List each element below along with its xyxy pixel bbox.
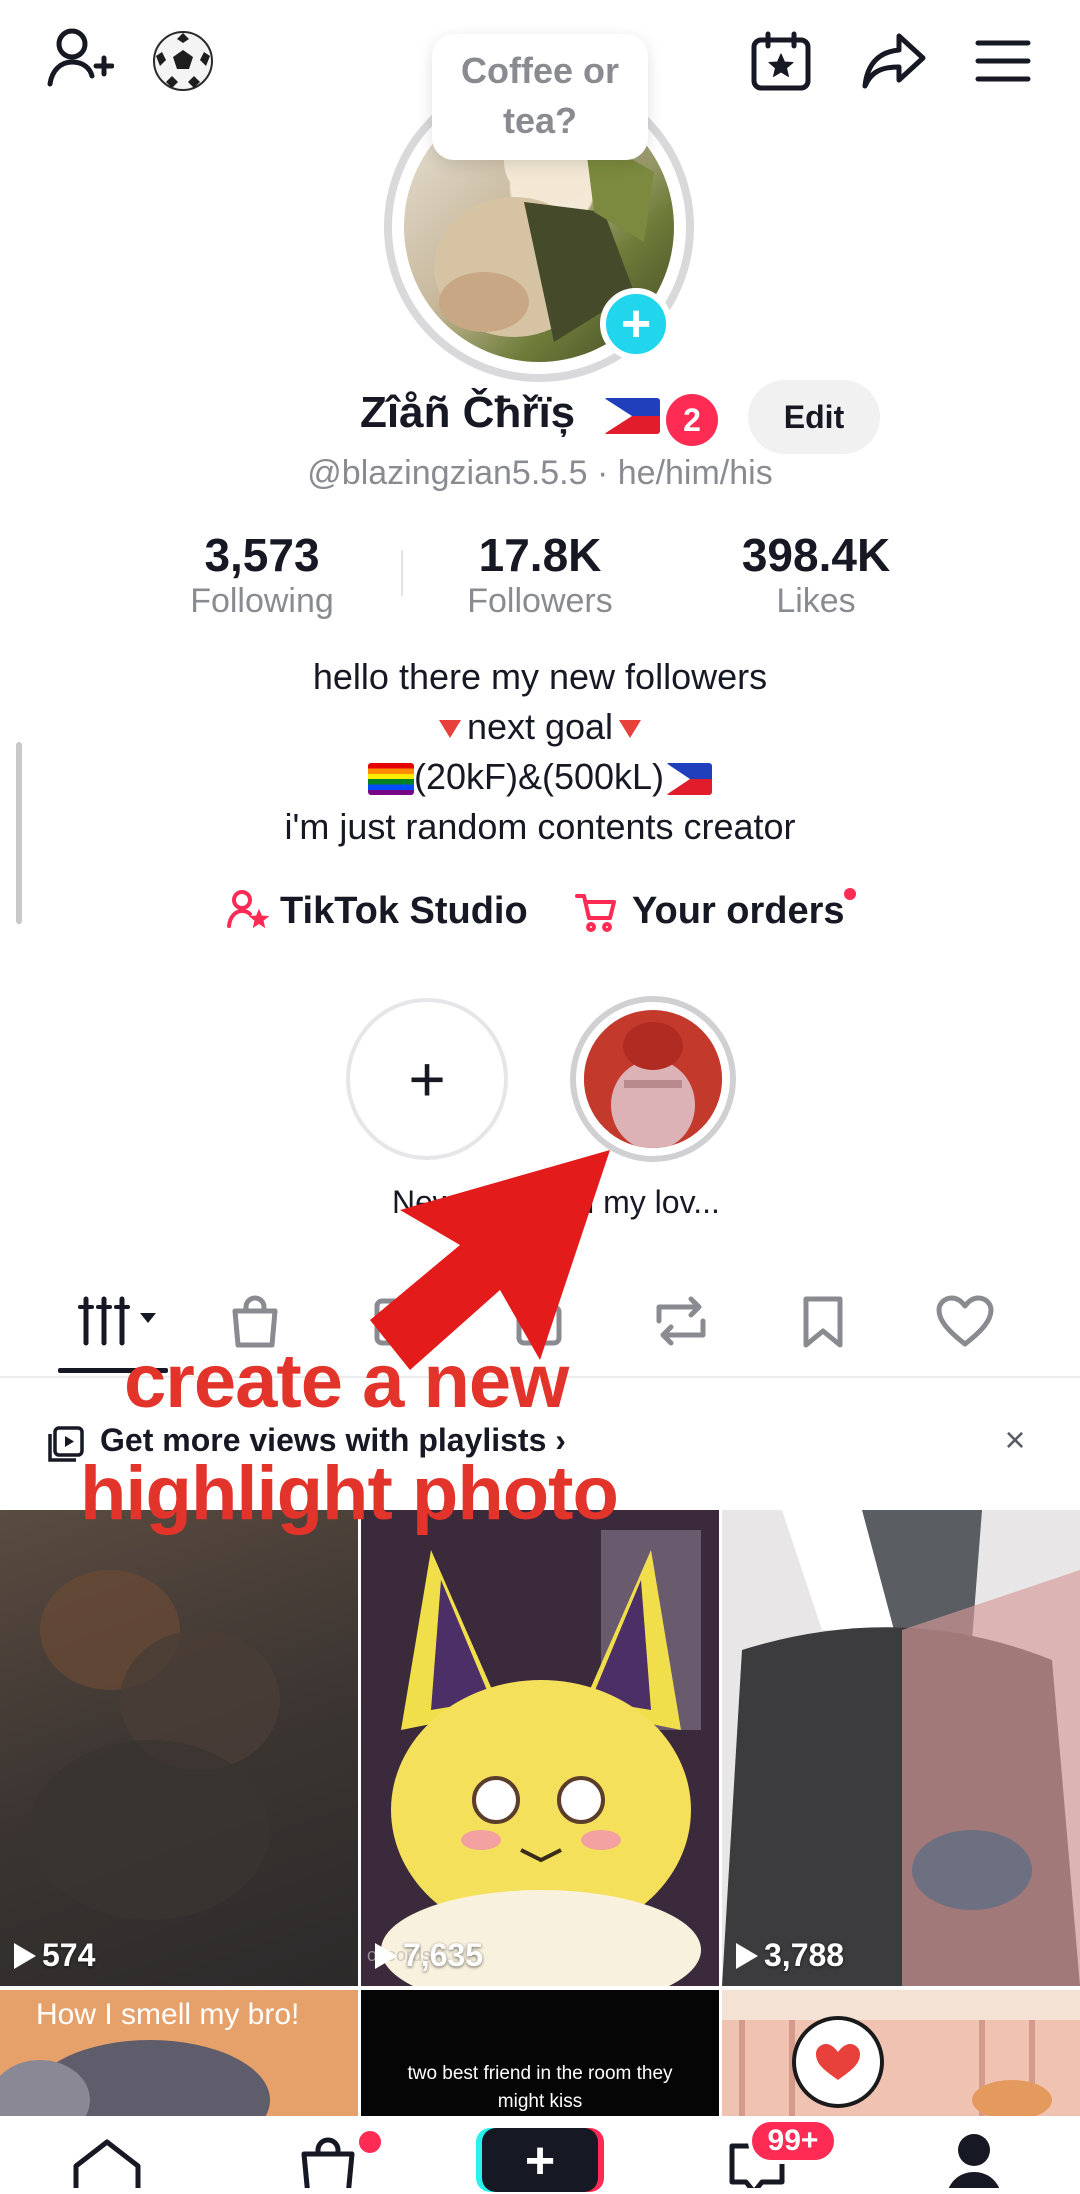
view-count: 7,635 bbox=[375, 1937, 483, 1974]
red-triangle-icon bbox=[619, 720, 642, 739]
rainbow-flag-icon bbox=[367, 763, 414, 796]
inbox-badge: 99+ bbox=[748, 2118, 838, 2164]
edit-profile-button[interactable]: Edit bbox=[748, 380, 880, 454]
video-thumbnail[interactable]: two best friend in the room they might k… bbox=[361, 1990, 719, 2116]
create-button[interactable]: + bbox=[482, 2128, 598, 2192]
add-story-button[interactable]: + bbox=[600, 288, 672, 360]
home-icon[interactable] bbox=[70, 2136, 144, 2188]
highlight-photo[interactable] bbox=[584, 1010, 722, 1148]
bio-line-1: hello there my new followers bbox=[312, 656, 768, 697]
video-thumbnail[interactable]: 3,788 bbox=[722, 1510, 1080, 1986]
annotation-arrow bbox=[370, 1150, 630, 1370]
annotation-text-line-2: highlight photo bbox=[80, 1451, 619, 1536]
video-caption: two best friend in the room they might k… bbox=[407, 2063, 673, 2112]
creator-tools-icon bbox=[226, 888, 270, 932]
calendar-star-icon[interactable] bbox=[748, 28, 814, 94]
shop-icon[interactable] bbox=[296, 2136, 360, 2188]
menu-icon[interactable] bbox=[970, 28, 1036, 94]
play-icon bbox=[375, 1942, 397, 1969]
your-orders-link[interactable]: Your orders bbox=[632, 890, 845, 933]
view-count: 574 bbox=[14, 1937, 95, 1974]
bio-line-4: i'm just random contents creator bbox=[284, 806, 796, 847]
philippines-flag-icon bbox=[604, 398, 660, 434]
soccer-ball-icon[interactable] bbox=[150, 28, 216, 94]
share-icon[interactable] bbox=[858, 28, 930, 94]
tab-liked[interactable] bbox=[930, 1286, 1000, 1356]
stat-followers[interactable]: 17.8K Followers bbox=[420, 528, 660, 621]
orders-notification-dot bbox=[844, 888, 856, 900]
play-icon bbox=[14, 1942, 36, 1969]
status-bubble[interactable]: Coffee or tea? bbox=[432, 34, 648, 160]
tiktok-studio-link[interactable]: TikTok Studio bbox=[280, 890, 528, 933]
stat-label: Following bbox=[190, 582, 334, 620]
video-caption: How I smell my bro! bbox=[36, 1998, 300, 2031]
red-triangle-icon bbox=[438, 720, 461, 739]
shop-notification-dot bbox=[356, 2128, 384, 2156]
bio-line-2: next goal bbox=[0, 702, 1080, 752]
video-thumbnail[interactable]: How I smell my bro! bbox=[0, 1990, 358, 2116]
cart-icon bbox=[574, 890, 618, 934]
video-thumbnail[interactable]: okeords 7,635 bbox=[361, 1510, 719, 1986]
video-thumbnail[interactable]: 574 bbox=[0, 1510, 358, 1986]
bio-goal-values: (20kF)&(500kL) bbox=[413, 756, 665, 797]
stat-divider bbox=[401, 550, 403, 596]
notification-badge[interactable]: 2 bbox=[666, 394, 718, 446]
stat-value: 17.8K bbox=[478, 529, 602, 581]
bio-line-3: (20kF)&(500kL) bbox=[0, 752, 1080, 802]
stat-label: Followers bbox=[467, 582, 613, 620]
play-icon bbox=[736, 1942, 758, 1969]
annotation-text-line-1: create a new bbox=[124, 1339, 569, 1424]
philippines-flag-icon bbox=[666, 763, 713, 796]
bio-goal-text: next goal bbox=[466, 706, 614, 747]
display-name: Zîåñ Čħřïș bbox=[360, 388, 576, 437]
add-friend-icon[interactable] bbox=[38, 22, 122, 94]
view-count: 3,788 bbox=[736, 1937, 844, 1974]
tab-saved[interactable] bbox=[788, 1286, 858, 1356]
stat-label: Likes bbox=[776, 582, 856, 620]
new-highlight-button[interactable]: + bbox=[346, 998, 508, 1160]
view-count-text: 3,788 bbox=[764, 1937, 845, 1973]
close-icon[interactable]: × bbox=[998, 1418, 1032, 1462]
view-count-text: 574 bbox=[42, 1937, 96, 1973]
stat-following[interactable]: 3,573 Following bbox=[142, 528, 382, 621]
username-handle: @blazingzian5.5.5 · he/him/his bbox=[307, 454, 773, 492]
stat-value: 3,573 bbox=[204, 529, 320, 581]
tab-reposts[interactable] bbox=[646, 1286, 716, 1356]
video-thumbnail[interactable] bbox=[722, 1990, 1080, 2116]
stat-value: 398.4K bbox=[741, 529, 891, 581]
stat-likes[interactable]: 398.4K Likes bbox=[696, 528, 936, 621]
view-count-text: 7,635 bbox=[403, 1937, 484, 1973]
profile-icon[interactable] bbox=[944, 2132, 1004, 2188]
